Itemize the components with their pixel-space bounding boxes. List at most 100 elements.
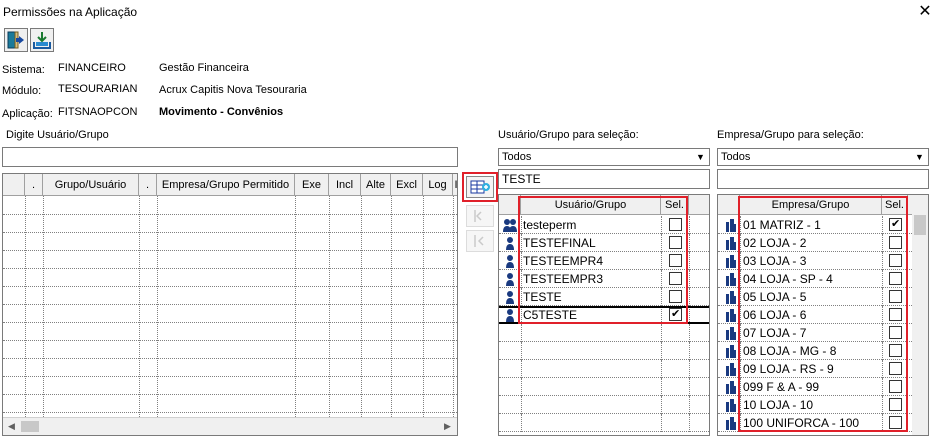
grid-row-line xyxy=(3,232,457,233)
grid-column-line xyxy=(391,196,392,417)
companies-vertical-scrollbar[interactable] xyxy=(912,195,928,435)
grid-row-line xyxy=(3,268,457,269)
save-tray-icon xyxy=(33,32,51,49)
col-line xyxy=(689,234,690,252)
title-bar: Permissões na Aplicação ✕ xyxy=(0,0,941,24)
remove-all-icon xyxy=(474,235,484,247)
grid-row-line xyxy=(3,214,457,215)
modulo-label: Módulo: xyxy=(2,85,42,97)
col-dot-2[interactable]: . xyxy=(139,174,157,196)
modulo-code: TESOURARIAN xyxy=(58,83,138,95)
sistema-desc: Gestão Financeira xyxy=(159,62,249,74)
search-user-label: Digite Usuário/Grupo xyxy=(6,129,109,141)
window-title: Permissões na Aplicação xyxy=(3,5,138,19)
col-line xyxy=(689,378,690,396)
empty-row xyxy=(499,378,709,396)
building-icon-wrap xyxy=(723,290,737,307)
scroll-right-icon[interactable]: ▶ xyxy=(439,418,456,435)
col-line xyxy=(689,414,690,432)
row-line xyxy=(499,431,709,432)
building-icon xyxy=(726,417,736,430)
grid-column-line xyxy=(295,196,296,417)
grid-row-line xyxy=(3,340,457,341)
companies-row-indicator-header xyxy=(718,195,740,215)
aplicacao-label: Aplicação: xyxy=(2,108,53,120)
users-label: Usuário/Grupo para seleção: xyxy=(498,129,639,141)
building-icon xyxy=(726,273,736,286)
building-icon xyxy=(726,381,736,394)
user-icon xyxy=(506,237,514,250)
grid-column-line xyxy=(423,196,424,417)
col-line xyxy=(521,360,522,378)
building-icon xyxy=(726,237,736,250)
scroll-thumb[interactable] xyxy=(21,421,39,432)
building-icon xyxy=(726,363,736,376)
companies-search-input[interactable] xyxy=(717,169,929,189)
building-icon-wrap xyxy=(723,254,737,271)
grid-row-line xyxy=(3,250,457,251)
col-line xyxy=(689,396,690,414)
companies-filter-value: Todos xyxy=(721,151,751,163)
exit-door-icon xyxy=(7,31,24,49)
grid-row-line xyxy=(3,286,457,287)
col-line xyxy=(689,252,690,270)
users-highlight xyxy=(518,196,688,324)
col-grupo-usuario[interactable]: Grupo/Usuário xyxy=(43,174,139,196)
col-line xyxy=(689,216,690,234)
building-icon-wrap xyxy=(723,380,737,397)
empty-row xyxy=(499,324,709,342)
col-exe[interactable]: Exe xyxy=(295,174,329,196)
grid-row-line xyxy=(3,376,457,377)
col-incl[interactable]: Incl xyxy=(329,174,361,196)
search-user-input[interactable] xyxy=(2,147,458,167)
col-line xyxy=(661,414,662,432)
aplicacao-desc: Movimento - Convênios xyxy=(159,106,284,118)
remove-arrow-icon xyxy=(474,210,482,222)
modulo-desc: Acrux Capitis Nova Tesouraria xyxy=(159,84,307,96)
col-line xyxy=(689,270,690,288)
building-icon xyxy=(726,345,736,358)
chevron-down-icon[interactable]: ▼ xyxy=(693,150,708,164)
close-button[interactable]: ✕ xyxy=(916,2,934,22)
companies-scroll-thumb[interactable] xyxy=(914,215,926,235)
exit-button[interactable] xyxy=(4,28,28,52)
companies-label: Empresa/Grupo para seleção: xyxy=(717,129,864,141)
empty-row xyxy=(499,342,709,360)
user-icon xyxy=(506,291,514,304)
col-excl[interactable]: Excl xyxy=(391,174,423,196)
remove-all-button[interactable] xyxy=(466,230,494,252)
col-line xyxy=(661,324,662,342)
col-line xyxy=(521,378,522,396)
row-indicator-header xyxy=(3,174,25,196)
grid-column-line xyxy=(43,196,44,417)
users-filter-value: Todos xyxy=(502,151,532,163)
users-filter-select[interactable]: Todos ▼ xyxy=(498,148,710,166)
building-icon-wrap xyxy=(723,236,737,253)
col-dot-1[interactable]: . xyxy=(25,174,43,196)
col-alte[interactable]: Alte xyxy=(361,174,391,196)
col-overflow: I xyxy=(454,179,458,191)
building-icon-wrap xyxy=(723,272,737,289)
building-icon-wrap xyxy=(723,308,737,325)
horizontal-scrollbar[interactable]: ◀ ▶ xyxy=(3,417,457,435)
col-line xyxy=(689,324,690,342)
grid-column-line xyxy=(453,196,454,417)
add-button-highlight xyxy=(462,172,498,202)
col-log[interactable]: Log xyxy=(423,174,453,196)
users-search-input[interactable]: TESTE xyxy=(498,169,710,189)
remove-permission-button[interactable] xyxy=(466,205,494,227)
scroll-left-icon[interactable]: ◀ xyxy=(3,418,20,435)
chevron-down-icon[interactable]: ▼ xyxy=(912,150,927,164)
building-icon xyxy=(726,327,736,340)
grid-column-line xyxy=(329,196,330,417)
companies-filter-select[interactable]: Todos ▼ xyxy=(717,148,929,166)
building-icon-wrap xyxy=(723,344,737,361)
col-line xyxy=(521,414,522,432)
grid-column-line xyxy=(361,196,362,417)
grid-row-line xyxy=(3,322,457,323)
group-icon xyxy=(503,219,517,232)
col-empresa-permitido[interactable]: Empresa/Grupo Permitido xyxy=(157,174,295,196)
save-button[interactable] xyxy=(30,28,54,52)
permissions-grid: . Grupo/Usuário . Empresa/Grupo Permitid… xyxy=(2,173,458,436)
col-line xyxy=(521,396,522,414)
